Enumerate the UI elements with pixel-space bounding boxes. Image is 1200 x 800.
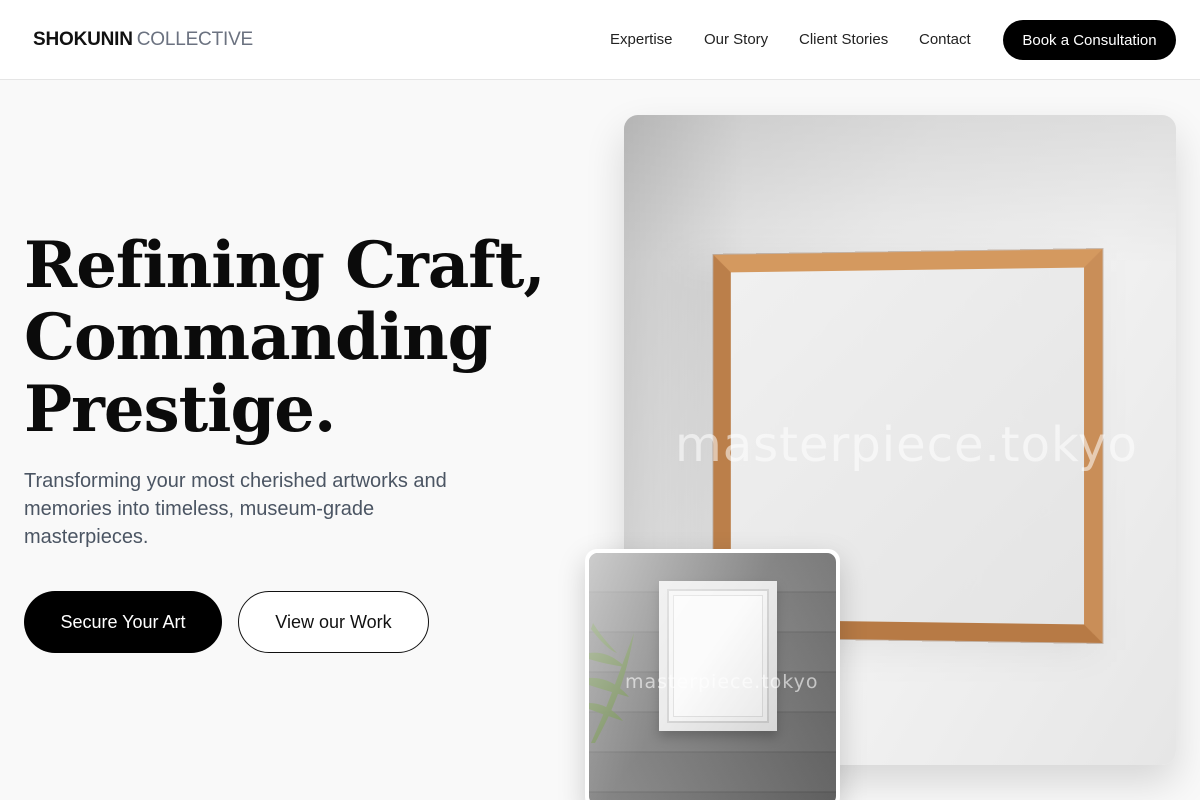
- view-our-work-button[interactable]: View our Work: [238, 591, 429, 653]
- hero-title-line-1: Refining Craft,: [24, 228, 546, 303]
- secure-your-art-button[interactable]: Secure Your Art: [24, 591, 222, 653]
- nav-link-expertise[interactable]: Expertise: [610, 31, 673, 48]
- hero-title: Refining Craft, Commanding Prestige.: [24, 230, 564, 446]
- main-image-watermark: masterpiece.tokyo: [675, 417, 1138, 473]
- hero-title-line-3: Prestige.: [24, 372, 336, 447]
- nav-link-contact[interactable]: Contact: [919, 31, 971, 48]
- nav-link-client-stories[interactable]: Client Stories: [799, 31, 888, 48]
- book-consultation-button[interactable]: Book a Consultation: [1003, 20, 1176, 60]
- site-header: SHOKUNIN COLLECTIVE Expertise Our Story C…: [0, 0, 1200, 80]
- hero-thumbnail-image: masterpiece.tokyo: [585, 549, 840, 800]
- brand-name-strong: SHOKUNIN: [33, 29, 133, 50]
- hero-subtitle: Transforming your most cherished artwork…: [24, 470, 447, 548]
- hero-title-line-2: Commanding: [24, 300, 492, 375]
- thumbnail-photo: masterpiece.tokyo: [589, 553, 836, 800]
- nav-link-our-story[interactable]: Our Story: [704, 31, 768, 48]
- brand-logo[interactable]: SHOKUNIN COLLECTIVE: [33, 29, 253, 51]
- image-shadow-top: [624, 115, 1176, 265]
- thumbnail-watermark: masterpiece.tokyo: [625, 671, 819, 693]
- brand-name-light: COLLECTIVE: [136, 29, 254, 50]
